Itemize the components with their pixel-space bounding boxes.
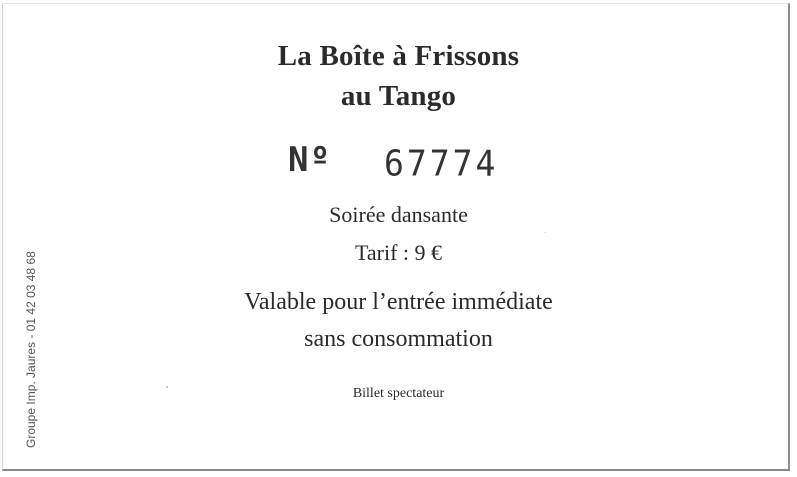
validity-line2: sans consommation: [304, 326, 493, 352]
ticket-number-value: 67774: [384, 142, 499, 185]
paper-speck: [166, 386, 168, 388]
printer-credit: Groupe Imp. Jaures - 01 42 03 48 68: [24, 251, 38, 448]
venue-title-line1: La Boîte à Frissons: [277, 40, 520, 72]
event-name: Soirée dansante: [329, 202, 468, 227]
venue-title-line2: au Tango: [340, 80, 457, 112]
ticket-price: Tarif : 9 €: [354, 240, 443, 265]
ticket-number-label: Nº: [288, 140, 331, 180]
validity-line1: Valable pour l’entrée immédiate: [244, 289, 553, 315]
paper-speck: [545, 232, 546, 233]
ticket-type: Billet spectateur: [352, 386, 445, 401]
